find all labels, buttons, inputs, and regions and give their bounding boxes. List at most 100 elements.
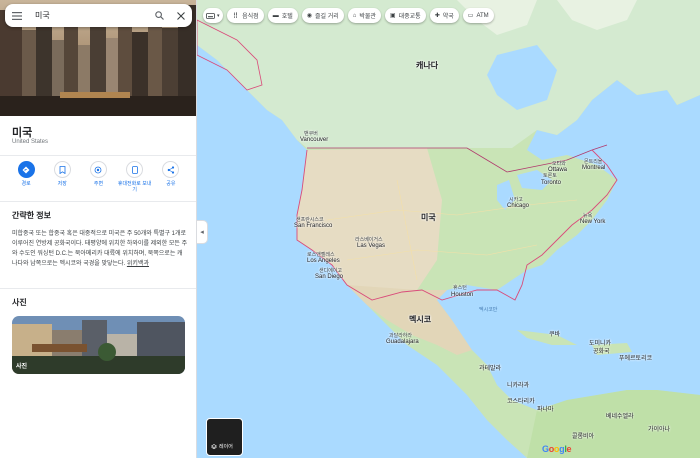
- hamburger-icon: [12, 11, 22, 20]
- place-subtitle: United States: [12, 139, 49, 145]
- directions-icon: [22, 166, 30, 173]
- map-label-montreal[interactable]: Montreal: [582, 165, 605, 171]
- map-label-puertorico[interactable]: 푸에르토리코: [619, 353, 652, 362]
- share-button[interactable]: 공유: [154, 161, 188, 193]
- map-label-canada[interactable]: 캐나다: [416, 60, 438, 71]
- chip-transit[interactable]: ▣ 대중교통: [384, 8, 426, 23]
- map-label-sandiego[interactable]: San Diego: [315, 274, 343, 280]
- photo-label: 사진: [16, 364, 28, 370]
- map-label-ottawa-ko[interactable]: 오타와: [552, 160, 566, 167]
- place-panel: 미국 미국 United States 경로 저장 주변 휴대전화로 보내기 공…: [0, 0, 197, 458]
- input-tools-button[interactable]: ▾: [203, 8, 223, 23]
- wikipedia-link[interactable]: 위키백과: [127, 261, 149, 267]
- map-label-dominican-2[interactable]: 공화국: [593, 346, 610, 355]
- map-label-newyork-ko[interactable]: 뉴욕: [583, 212, 592, 219]
- map-label-sanfrancisco-ko[interactable]: 샌프란시스코: [296, 216, 324, 223]
- divider: [0, 155, 196, 156]
- map-label-colombia[interactable]: 콜롬비아: [572, 431, 594, 440]
- share-icon: [167, 165, 174, 174]
- map-label-chicago[interactable]: Chicago: [507, 203, 529, 209]
- chip-hotels[interactable]: ▬ 호텔: [267, 8, 298, 23]
- map-label-guadalajara[interactable]: Guadalajara: [386, 339, 419, 345]
- map-label-ottawa[interactable]: Ottawa: [548, 167, 567, 173]
- summary-heading: 간략한 정보: [12, 211, 52, 220]
- map-label-mexico[interactable]: 멕시코: [409, 314, 431, 325]
- map-label-montreal-ko[interactable]: 몬트리올: [584, 158, 602, 165]
- close-button[interactable]: [170, 4, 192, 27]
- map-label-guadalajara-ko[interactable]: 과달라하라: [389, 332, 412, 339]
- map-label-venezuela[interactable]: 베네수엘라: [606, 411, 634, 420]
- summary-text: 미합중국 또는 합중국 혹은 대중적으로 미국은 주 50개와 특별구 1개로 …: [12, 229, 188, 269]
- layers-label: 레이어: [219, 444, 233, 450]
- phone-icon: [131, 165, 138, 174]
- chevron-left-icon: ◂: [200, 229, 204, 236]
- map-label-toronto[interactable]: Toronto: [541, 180, 561, 186]
- map-label-chicago-ko[interactable]: 시카고: [509, 196, 523, 203]
- chevron-down-icon: ▾: [217, 12, 220, 19]
- directions-button[interactable]: 경로: [9, 161, 43, 193]
- chip-museums[interactable]: ⌂ 박물관: [347, 8, 381, 23]
- action-buttons: 경로 저장 주변 휴대전화로 보내기 공유: [0, 161, 196, 193]
- map-label-gulf: 멕시코만: [479, 307, 498, 313]
- map-label-vancouver-ko[interactable]: 밴쿠버: [304, 130, 318, 137]
- chip-label: 약국: [442, 14, 454, 20]
- layers-button[interactable]: 레이어: [206, 418, 243, 456]
- map-label-usa[interactable]: 미국: [421, 212, 436, 223]
- map-label-lasvegas-ko[interactable]: 라스베이거스: [355, 236, 383, 243]
- action-label: 저장: [57, 181, 67, 187]
- action-label: 공유: [166, 181, 176, 187]
- map-label-cuba[interactable]: 쿠바: [549, 329, 560, 338]
- map-canvas[interactable]: 캐나다 미국 멕시코 밴쿠버 Vancouver 샌프란시스코 San Fran…: [197, 0, 700, 458]
- summary-body: 미합중국 또는 합중국 혹은 대중적으로 미국은 주 50개와 특별구 1개로 …: [12, 231, 188, 267]
- search-button[interactable]: [148, 4, 170, 27]
- divider: [0, 201, 196, 202]
- map-label-lasvegas[interactable]: Las Vegas: [357, 243, 385, 249]
- chip-atm[interactable]: ▭ ATM: [462, 8, 494, 23]
- atm-icon: ▭: [467, 13, 474, 19]
- action-label: 경로: [21, 181, 31, 187]
- menu-button[interactable]: [5, 4, 29, 27]
- hotel-icon: ▬: [272, 12, 279, 19]
- map-label-sanfrancisco[interactable]: San Francisco: [294, 223, 332, 229]
- chip-label: 호텔: [281, 14, 293, 20]
- map-label-guatemala[interactable]: 과테말라: [479, 363, 501, 372]
- chip-label: ATM: [476, 12, 489, 19]
- photo-thumbnail[interactable]: 사진: [12, 316, 185, 374]
- save-button[interactable]: 저장: [45, 161, 79, 193]
- chip-restaurants[interactable]: 🍴︎ 음식점: [226, 8, 264, 23]
- map-label-guyana[interactable]: 가이아나: [648, 424, 670, 433]
- restaurant-icon: 🍴︎: [231, 13, 240, 19]
- bookmark-icon: [59, 165, 66, 174]
- map-label-vancouver[interactable]: Vancouver: [300, 137, 328, 143]
- collapse-panel-button[interactable]: ◂: [197, 220, 208, 244]
- google-logo: Google: [542, 444, 572, 454]
- map-label-costarica[interactable]: 코스타리카: [507, 396, 535, 405]
- transit-icon: ▣: [389, 13, 396, 19]
- send-to-phone-button[interactable]: 휴대전화로 보내기: [118, 161, 152, 193]
- map-label-losangeles-ko[interactable]: 로스앤젤레스: [307, 251, 335, 258]
- chip-attractions[interactable]: ◉ 즐길 거리: [301, 8, 344, 23]
- map-label-houston-ko[interactable]: 휴스턴: [453, 284, 467, 291]
- attraction-icon: ◉: [306, 13, 312, 19]
- map-label-sandiego-ko[interactable]: 샌디에이고: [319, 267, 342, 274]
- search-input[interactable]: 미국: [29, 10, 148, 21]
- category-chips: ▾ 🍴︎ 음식점 ▬ 호텔 ◉ 즐길 거리 ⌂ 박물관 ▣ 대중교통 ✚ 약국 ▭ ATM: [203, 8, 494, 23]
- layers-icon: [211, 443, 217, 449]
- street-photo: [12, 316, 185, 374]
- map-label-newyork[interactable]: New York: [580, 219, 605, 225]
- chip-label: 음식점: [242, 14, 259, 20]
- close-icon: [177, 11, 185, 20]
- search-box[interactable]: 미국: [5, 4, 192, 27]
- nearby-button[interactable]: 주변: [81, 161, 115, 193]
- map-label-toronto-ko[interactable]: 토론토: [543, 172, 557, 179]
- photos-heading: 사진: [12, 298, 27, 307]
- map-label-losangeles[interactable]: Los Angeles: [307, 258, 340, 264]
- divider: [0, 288, 196, 289]
- chip-label: 박물관: [359, 14, 376, 20]
- map-label-houston[interactable]: Houston: [451, 292, 473, 298]
- chip-label: 대중교통: [398, 14, 421, 20]
- map-label-nicaragua[interactable]: 니카라과: [507, 380, 529, 389]
- map-label-panama[interactable]: 파나마: [537, 404, 554, 413]
- map-graphic: [197, 0, 700, 458]
- chip-pharmacy[interactable]: ✚ 약국: [429, 8, 459, 23]
